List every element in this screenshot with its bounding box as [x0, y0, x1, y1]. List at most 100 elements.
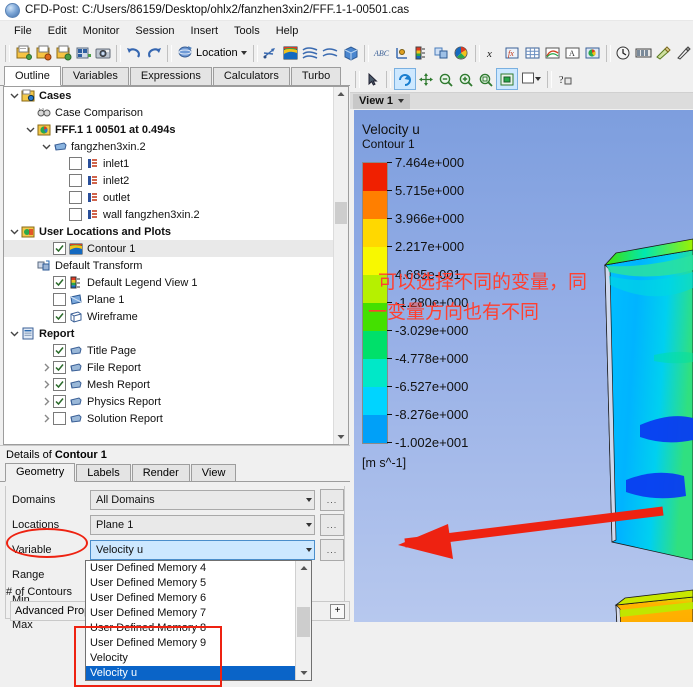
table-icon[interactable]	[523, 43, 543, 63]
menu-item-monitor[interactable]: Monitor	[75, 24, 128, 38]
save-state-icon[interactable]	[73, 43, 93, 63]
report-preview-icon[interactable]	[583, 43, 603, 63]
menu-item-session[interactable]: Session	[127, 24, 182, 38]
toolbar-grip-3[interactable]	[167, 44, 172, 62]
tree-item-plane-1[interactable]: Plane 1	[4, 291, 334, 308]
volume-render-icon[interactable]	[341, 43, 361, 63]
vector-icon[interactable]	[261, 43, 281, 63]
checkbox-unchecked[interactable]	[69, 174, 82, 187]
dropdown-option[interactable]: Velocity u	[86, 666, 296, 680]
checkbox-checked[interactable]	[53, 310, 66, 323]
color-map-icon[interactable]	[452, 43, 472, 63]
rotate-icon[interactable]	[394, 68, 416, 90]
undo-icon[interactable]	[124, 43, 144, 63]
menu-item-help[interactable]: Help	[268, 24, 307, 38]
chevron-down-icon[interactable]	[398, 99, 405, 103]
dropdown-scrollbar[interactable]	[295, 561, 311, 680]
checkbox-unchecked[interactable]	[53, 412, 66, 425]
zoom-in-icon[interactable]	[456, 69, 476, 89]
text-icon[interactable]: ABC	[372, 43, 392, 63]
tab-variables[interactable]: Variables	[61, 67, 129, 85]
tree-scroll-thumb[interactable]	[335, 202, 347, 224]
checkbox-unchecked[interactable]	[69, 157, 82, 170]
variable-dropdown-list[interactable]: User Defined Memory 4 User Defined Memory…	[85, 560, 312, 681]
checkbox-checked[interactable]	[53, 361, 66, 374]
scroll-up-arrow[interactable]	[334, 87, 348, 101]
tree-item-user-locations-and-plots[interactable]: User Locations and Plots	[4, 223, 334, 240]
dropdown-scroll-up-arrow[interactable]	[296, 561, 311, 575]
dropdown-option[interactable]: User Defined Memory 6	[86, 591, 296, 606]
checkbox-checked[interactable]	[53, 276, 66, 289]
tab-geometry[interactable]: Geometry	[5, 463, 76, 482]
tab-turbo[interactable]: Turbo	[290, 67, 342, 85]
toolbar-grip-6[interactable]	[474, 44, 480, 62]
tree-item-default-legend-view-1[interactable]: Default Legend View 1	[4, 274, 334, 291]
toolbar-grip-7[interactable]	[605, 44, 611, 62]
chevron-right-icon[interactable]	[40, 397, 53, 406]
tree-item-wall-fangzhen3xin-2[interactable]: wall fangzhen3xin.2	[4, 206, 334, 223]
menu-item-edit[interactable]: Edit	[40, 24, 75, 38]
tree-item-mesh-report[interactable]: Mesh Report	[4, 376, 334, 393]
instancing-icon[interactable]	[432, 43, 452, 63]
chevron-down-icon[interactable]	[40, 142, 53, 151]
view-tab[interactable]: View 1	[353, 93, 411, 109]
macro-icon[interactable]	[654, 43, 674, 63]
chevron-down-icon[interactable]	[8, 227, 21, 236]
tree-item-inlet2[interactable]: inlet2	[4, 172, 334, 189]
tree-item-physics-report[interactable]: Physics Report	[4, 393, 334, 410]
tree-item-cases[interactable]: Cases	[4, 87, 334, 104]
chevron-down-icon[interactable]	[24, 125, 37, 134]
checkbox-checked[interactable]	[53, 378, 66, 391]
streamline-2-icon[interactable]	[321, 43, 341, 63]
whats-this-icon[interactable]: ?	[555, 69, 575, 89]
tab-render[interactable]: Render	[131, 464, 190, 481]
chevron-right-icon[interactable]	[40, 363, 53, 372]
zoom-out-icon[interactable]	[436, 69, 456, 89]
menu-item-tools[interactable]: Tools	[226, 24, 268, 38]
dropdown-option[interactable]: User Defined Memory 5	[86, 576, 296, 591]
chevron-right-icon[interactable]	[40, 414, 53, 423]
checkbox-unchecked[interactable]	[53, 293, 66, 306]
checkbox-unchecked[interactable]	[69, 208, 82, 221]
dropdown-option[interactable]: User Defined Memory 9	[86, 636, 296, 651]
toolbar-grip[interactable]	[5, 44, 10, 62]
tree-item-case-comparison[interactable]: 1 2 Case Comparison	[4, 104, 334, 121]
tree-item-contour-1[interactable]: Contour 1	[4, 240, 334, 257]
chevron-down-icon[interactable]	[535, 77, 541, 81]
dropdown-option[interactable]: Velocity	[86, 651, 296, 666]
viewport-toolbar-grip-3[interactable]	[547, 70, 552, 88]
viewport-toolbar-grip[interactable]	[355, 70, 360, 88]
comment-icon[interactable]: A	[563, 43, 583, 63]
tree-item-inlet1[interactable]: inlet1	[4, 155, 334, 172]
predefined-view-button[interactable]	[518, 69, 544, 89]
menu-item-file[interactable]: File	[6, 24, 40, 38]
tree-item-fangzhen3xin-2[interactable]: fangzhen3xin.2	[4, 138, 334, 155]
checkbox-unchecked[interactable]	[69, 191, 82, 204]
expand-icon[interactable]: +	[330, 603, 345, 619]
tab-outline[interactable]: Outline	[4, 66, 61, 86]
dropdown-scroll-down-arrow[interactable]	[296, 666, 311, 680]
checkbox-checked[interactable]	[53, 344, 66, 357]
chevron-down-icon[interactable]	[8, 329, 21, 338]
toolbar-grip-4[interactable]	[252, 44, 258, 62]
contour-icon[interactable]	[281, 43, 301, 63]
dropdown-option[interactable]: User Defined Memory 8	[86, 621, 296, 636]
legend-icon[interactable]	[412, 43, 432, 63]
viewport-toolbar-grip-2[interactable]	[386, 70, 391, 88]
tree-item-fff-1-1-00501-at-0-494s[interactable]: FFF.1 1 00501 at 0.494s	[4, 121, 334, 138]
tree-item-file-report[interactable]: File Report	[4, 359, 334, 376]
tab-calculators[interactable]: Calculators	[212, 67, 290, 85]
fit-view-icon[interactable]	[496, 68, 518, 90]
dropdown-scroll-thumb[interactable]	[297, 607, 310, 637]
tree-scrollbar[interactable]	[333, 87, 348, 444]
dropdown-option[interactable]: User Defined Memory 4	[86, 561, 296, 576]
toolbar-grip-2[interactable]	[116, 44, 121, 62]
toolbar-grip-5[interactable]	[363, 44, 369, 62]
streamline-icon[interactable]	[301, 43, 321, 63]
tree-item-report[interactable]: Report	[4, 325, 334, 342]
tree-item-outlet[interactable]: outlet	[4, 189, 334, 206]
tab-expressions[interactable]: Expressions	[129, 67, 212, 85]
chevron-right-icon[interactable]	[40, 380, 53, 389]
tab-view[interactable]: View	[190, 464, 237, 481]
redo-icon[interactable]	[144, 43, 164, 63]
